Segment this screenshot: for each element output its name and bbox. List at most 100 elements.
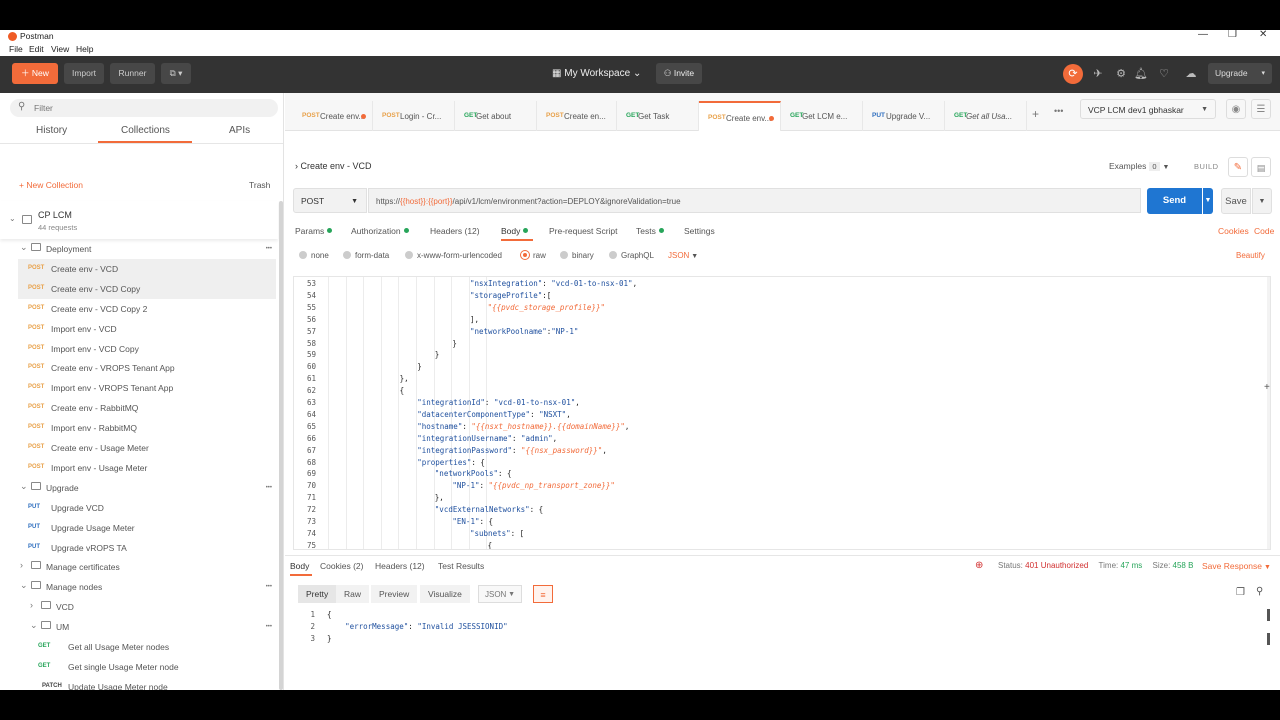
request-tab-5[interactable]: POST Create env... [699,101,781,131]
radio-form-data[interactable] [343,251,351,259]
response-tab-body[interactable]: Body [290,561,309,571]
folder-row-deployment[interactable]: ⌄ Deployment ••• [18,239,276,259]
request-row-create-env-vcd[interactable]: POST Create env - VCD [18,258,276,279]
editor-scrollbar[interactable] [1267,277,1270,549]
body-type-form-data[interactable]: form-data [343,251,389,260]
more-options-icon[interactable]: ••• [266,485,272,491]
tab-params[interactable]: Params [295,226,333,236]
satellite-icon[interactable]: ✈ [1090,66,1106,82]
request-row-update-usage-meter-node[interactable]: PATCH Update Usage Meter node [18,677,276,690]
tab-tests[interactable]: Tests [636,226,664,236]
wrap-lines-icon[interactable]: ≡ [533,585,553,603]
request-row-import-env-vcd-copy[interactable]: POST Import env - VCD Copy [18,339,276,359]
sliders-icon[interactable]: ☰ [1251,99,1271,119]
tab-prerequest-script[interactable]: Pre-request Script [549,226,618,236]
url-input[interactable]: https://{{host}}:{{port}}/api/v1/lcm/env… [368,188,1141,213]
code-link[interactable]: Code [1254,226,1274,236]
request-row-create-env-vrops-tenant-app[interactable]: POST Create env - VROPS Tenant App [18,358,276,378]
more-options-icon[interactable]: ••• [266,584,272,590]
invite-button[interactable]: ⚇ Invite [656,63,702,84]
bell-icon[interactable]: 🔔︎ [1133,66,1149,82]
response-format-select[interactable]: JSON ▼ [478,585,522,603]
radio-raw[interactable] [521,251,529,259]
request-row-upgrade-vcd[interactable]: PUT Upgrade VCD [18,498,276,518]
save-response-button[interactable]: Save Response ▼ [1202,561,1271,571]
request-tab-8[interactable]: GET Get all Usa... [945,101,1027,131]
body-type-urlencoded[interactable]: x-www-form-urlencoded [405,251,502,260]
filter-input[interactable] [34,102,264,114]
folder-row-manage-nodes[interactable]: ⌄ Manage nodes ••• [18,577,276,597]
pencil-icon[interactable]: ✎ [1228,157,1248,177]
filter-box[interactable]: ⚲ [10,99,278,117]
response-body[interactable]: 1 {2 "errorMessage": "Invalid JSESSIONID"… [293,607,1271,687]
body-type-none[interactable]: none [299,251,329,260]
method-select[interactable]: POST ▼ [293,188,367,213]
request-tab-1[interactable]: POST Login - Cr... [373,101,455,131]
menu-view[interactable]: View [51,44,69,54]
view-raw-button[interactable]: Raw [336,585,370,603]
cookies-link[interactable]: Cookies [1218,226,1249,236]
heart-icon[interactable]: ♡ [1156,66,1172,82]
request-tab-4[interactable]: GET Get Task [617,101,699,131]
request-row-get-all-usage-meter-nodes[interactable]: GET Get all Usage Meter nodes [18,637,276,657]
menu-edit[interactable]: Edit [29,44,44,54]
tab-authorization[interactable]: Authorization [351,226,409,236]
upgrade-button[interactable]: Upgrade ▾ [1208,63,1272,84]
sync-icon[interactable]: ⟳ [1063,64,1083,84]
request-tab-6[interactable]: GET Get LCM e... [781,101,863,131]
new-collection-button[interactable]: + New Collection [19,180,83,190]
request-row-get-single-usage-meter-node[interactable]: GET Get single Usage Meter node [18,657,276,677]
search-icon[interactable]: ⚲ [1256,586,1263,597]
request-row-import-env-usage-meter[interactable]: POST Import env - Usage Meter [18,458,276,478]
folder-row-um[interactable]: ⌄ UM ••• [18,617,276,637]
request-tab-3[interactable]: POST Create en... [537,101,617,131]
tab-collections[interactable]: Collections [121,125,170,136]
sidebar-scrollbar[interactable] [279,201,283,690]
environment-selector[interactable]: VCP LCM dev1 gbhaskar ▼ [1080,99,1216,119]
request-tab-0[interactable]: POST Create env... [293,101,373,131]
response-scrollbar[interactable] [1267,609,1270,621]
maximize-icon[interactable]: ❐ [1228,30,1237,40]
request-tab-7[interactable]: PUT Upgrade V... [863,101,945,131]
collection-row[interactable]: ⌄ CP LCM 44 requests [0,201,278,239]
menu-help[interactable]: Help [76,44,93,54]
tab-settings[interactable]: Settings [684,226,715,236]
runner-button[interactable]: Runner [110,63,155,84]
import-button[interactable]: Import [64,63,104,84]
resize-plus-icon[interactable]: + [1264,382,1270,393]
request-row-create-env-rabbitmq[interactable]: POST Create env - RabbitMQ [18,398,276,418]
request-row-create-env-vcd-copy-2[interactable]: POST Create env - VCD Copy 2 [18,299,276,319]
save-button[interactable]: Save [1221,188,1251,214]
documentation-icon[interactable]: ▤ [1251,157,1271,177]
radio-graphql[interactable] [609,251,617,259]
new-tab-plus-icon[interactable]: + [1032,107,1039,121]
beautify-link[interactable]: Beautify [1236,251,1265,260]
view-visualize-button[interactable]: Visualize [420,585,470,603]
eye-icon[interactable]: ◉ [1226,99,1246,119]
examples-dropdown[interactable]: Examples 0 ▼ [1109,161,1169,171]
more-tabs-icon[interactable]: ••• [1054,106,1063,116]
request-row-upgrade-vrops-ta[interactable]: PUT Upgrade vROPS TA [18,538,276,558]
more-options-icon[interactable]: ••• [266,246,272,252]
response-tab-cookies[interactable]: Cookies (2) [320,561,363,571]
radio-none[interactable] [299,251,307,259]
close-icon[interactable]: ✕ [1259,30,1267,40]
request-row-import-env-vcd[interactable]: POST Import env - VCD [18,319,276,339]
request-row-create-env-usage-meter[interactable]: POST Create env - Usage Meter [18,438,276,458]
trash-button[interactable]: Trash [249,180,270,190]
body-type-binary[interactable]: binary [560,251,594,260]
body-editor[interactable]: 53 "nsxIntegration": "vcd-01-to-nsx-01", 5… [293,276,1271,550]
copy-icon[interactable]: ❐ [1236,587,1245,598]
response-scrollbar-lower[interactable] [1267,633,1270,645]
menu-file[interactable]: File [9,44,23,54]
request-tab-2[interactable]: GET Get about [455,101,537,131]
radio-urlencoded[interactable] [405,251,413,259]
minimize-icon[interactable]: — [1198,30,1208,40]
folder-row-upgrade[interactable]: ⌄ Upgrade ••• [18,478,276,498]
body-type-raw[interactable]: raw [521,251,546,260]
send-button[interactable]: Send [1147,188,1202,214]
tab-headers[interactable]: Headers (12) [430,226,480,236]
folder-row-manage-certificates[interactable]: › Manage certificates [18,557,276,577]
radio-binary[interactable] [560,251,568,259]
new-window-button[interactable]: ⧉ ▾ [161,63,191,84]
